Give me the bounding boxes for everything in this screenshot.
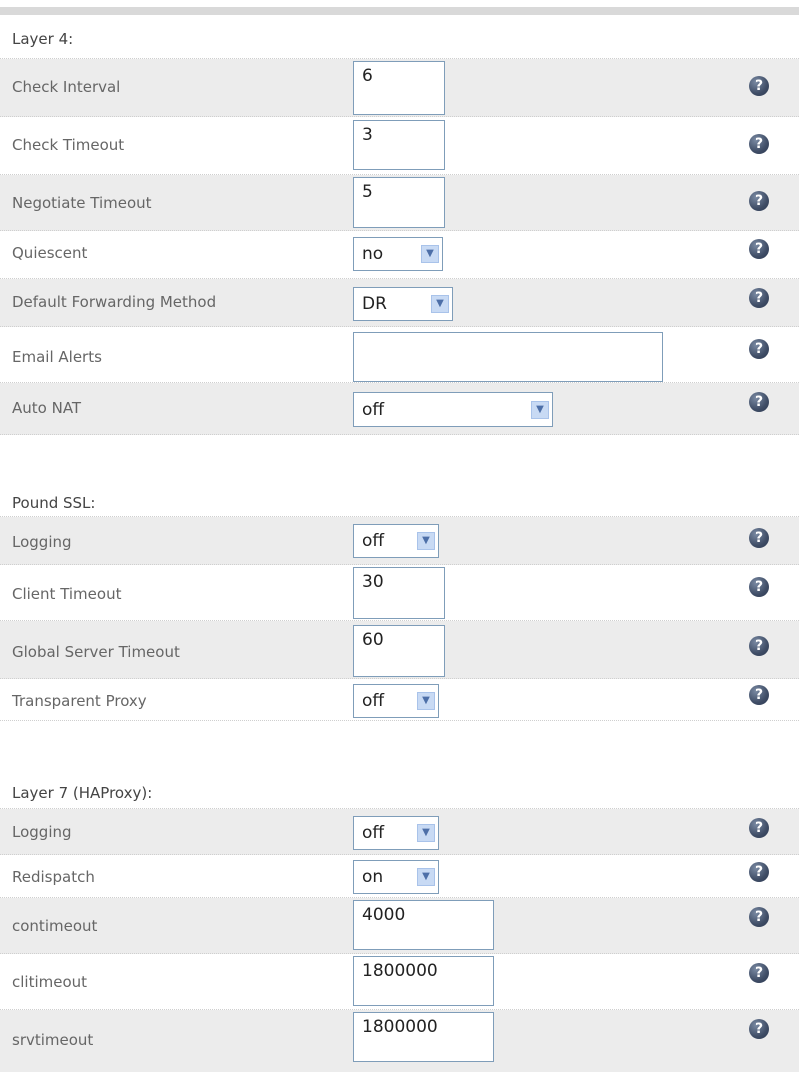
section-title-layer4: Layer 4: [12,30,74,48]
chevron-down-icon[interactable]: ▼ [417,532,435,550]
help-icon[interactable]: ? [749,963,769,983]
help-icon[interactable]: ? [749,1019,769,1039]
chevron-down-icon[interactable]: ▼ [431,295,449,313]
check-timeout-input[interactable]: 3 [353,120,445,170]
pound-logging-select[interactable]: off ▼ [353,524,439,558]
section-header-row [0,470,799,517]
quiescent-select[interactable]: no ▼ [353,237,443,271]
help-icon[interactable]: ? [749,528,769,548]
section-title-layer7: Layer 7 (HAProxy): [12,784,153,802]
help-icon[interactable]: ? [749,76,769,96]
label-clitimeout: clitimeout [12,973,88,991]
label-haproxy-logging: Logging [12,823,72,841]
label-client-timeout: Client Timeout [12,585,122,603]
label-negotiate-timeout: Negotiate Timeout [12,194,152,212]
redispatch-select[interactable]: on ▼ [353,860,439,894]
srvtimeout-input[interactable]: 1800000 [353,1012,494,1062]
help-icon[interactable]: ? [749,907,769,927]
label-contimeout: contimeout [12,917,98,935]
help-icon[interactable]: ? [749,577,769,597]
forwarding-method-select[interactable]: DR ▼ [353,287,453,321]
help-icon[interactable]: ? [749,134,769,154]
help-icon[interactable]: ? [749,239,769,259]
help-icon[interactable]: ? [749,392,769,412]
chevron-down-icon[interactable]: ▼ [531,400,549,419]
contimeout-input[interactable]: 4000 [353,900,494,950]
help-icon[interactable]: ? [749,191,769,211]
pound-logging-select-value: off [362,531,385,551]
help-icon[interactable]: ? [749,818,769,838]
haproxy-logging-select-value: off [362,823,385,843]
label-transparent-proxy: Transparent Proxy [12,692,147,710]
transparent-proxy-select-value: off [362,691,385,711]
label-check-timeout: Check Timeout [12,136,125,154]
negotiate-timeout-input[interactable]: 5 [353,177,445,228]
section-title-pound-ssl-text: Pound SSL: [12,494,96,512]
clitimeout-input[interactable]: 1800000 [353,956,494,1006]
global-server-timeout-input[interactable]: 60 [353,625,445,677]
transparent-proxy-select[interactable]: off ▼ [353,684,439,718]
label-global-server-timeout: Global Server Timeout [12,643,180,661]
label-srvtimeout: srvtimeout [12,1031,94,1049]
label-pound-logging: Logging [12,533,72,551]
label-quiescent: Quiescent [12,244,88,262]
label-email-alerts: Email Alerts [12,348,102,366]
haproxy-logging-select[interactable]: off ▼ [353,816,439,850]
auto-nat-select[interactable]: off ▼ [353,392,553,427]
help-icon[interactable]: ? [749,288,769,308]
check-interval-input[interactable]: 6 [353,61,445,115]
auto-nat-select-value: off [362,399,385,420]
quiescent-select-value: no [362,244,384,264]
email-alerts-input[interactable] [353,332,663,382]
chevron-down-icon[interactable]: ▼ [417,824,435,842]
label-auto-nat: Auto NAT [12,399,82,417]
section-header-row [0,15,799,59]
help-icon[interactable]: ? [749,685,769,705]
help-icon[interactable]: ? [749,862,769,882]
chevron-down-icon[interactable]: ▼ [421,245,439,263]
chevron-down-icon[interactable]: ▼ [417,692,435,710]
chevron-down-icon[interactable]: ▼ [417,868,435,886]
top-divider [0,7,799,15]
redispatch-select-value: on [362,867,384,887]
label-forwarding-method: Default Forwarding Method [12,293,217,311]
label-redispatch: Redispatch [12,868,95,886]
label-check-interval: Check Interval [12,78,121,96]
help-icon[interactable]: ? [749,636,769,656]
client-timeout-input[interactable]: 30 [353,567,445,619]
forwarding-method-select-value: DR [362,294,387,314]
help-icon[interactable]: ? [749,339,769,359]
